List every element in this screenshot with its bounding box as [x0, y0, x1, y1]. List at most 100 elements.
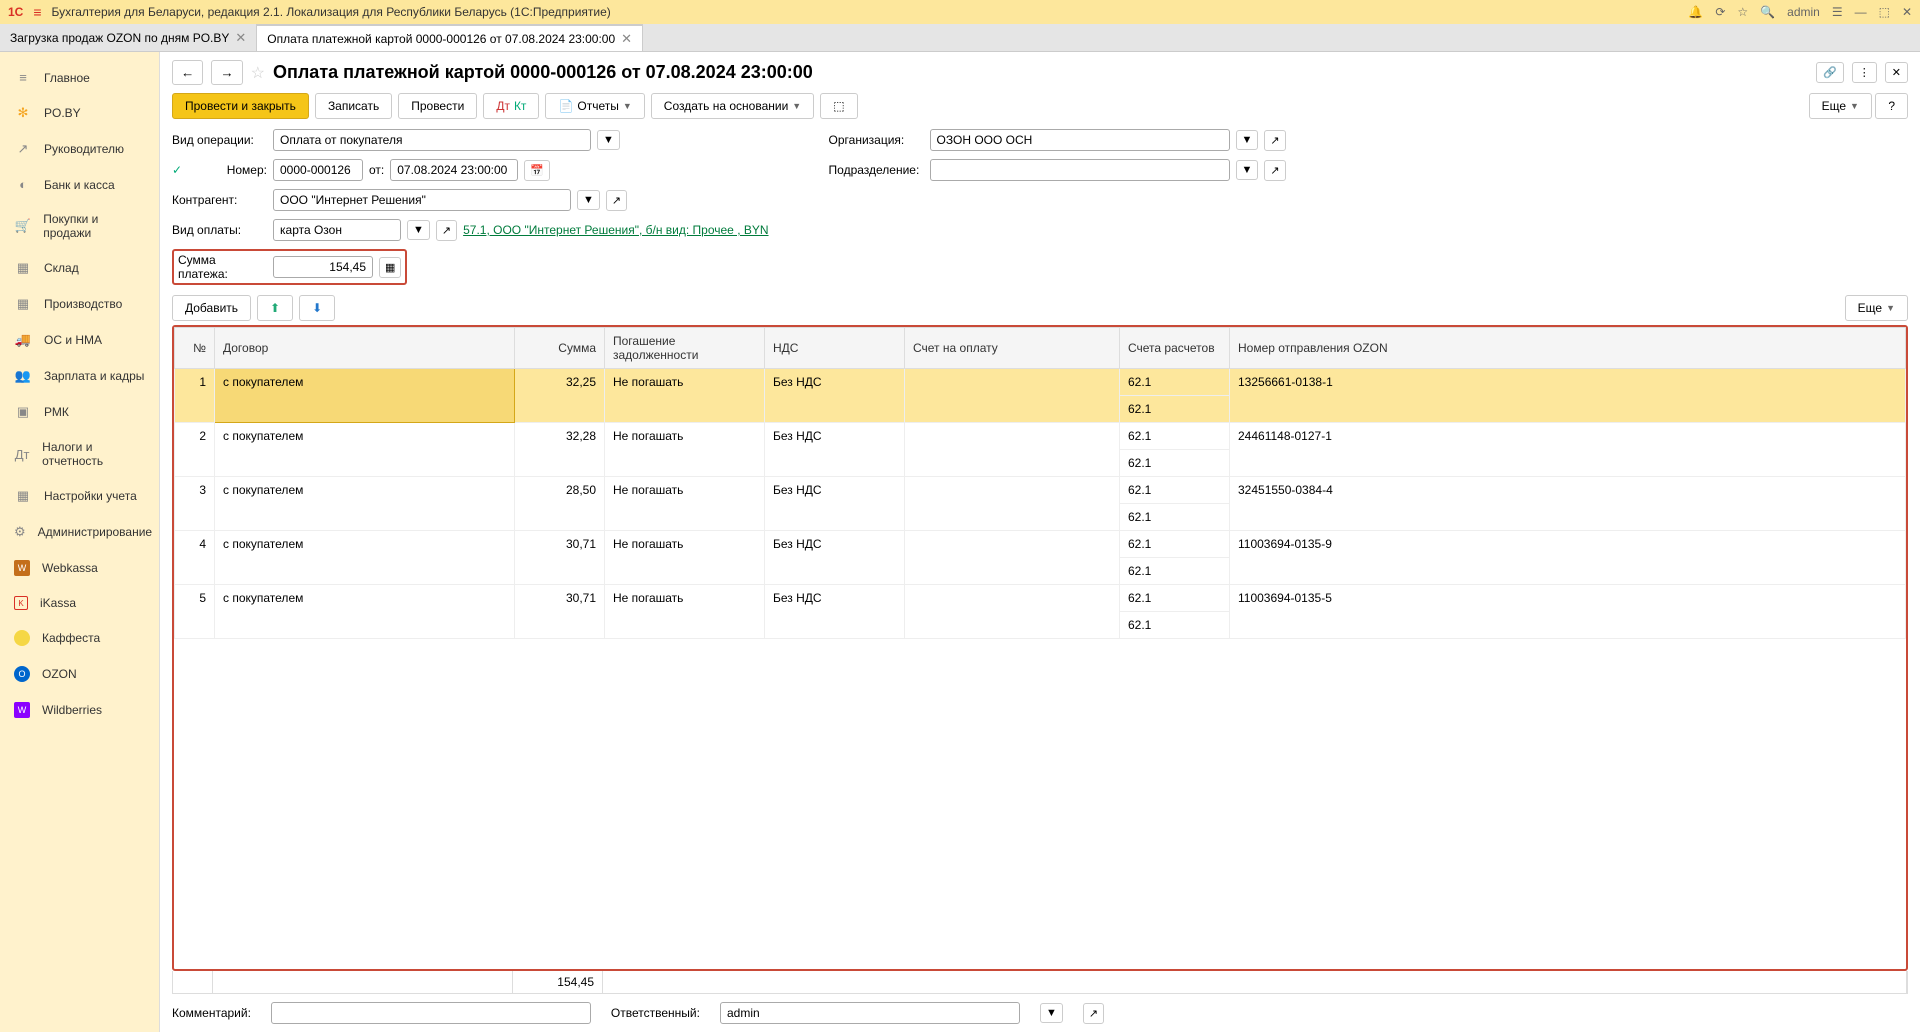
cell-acc1[interactable]: 62.1 [1120, 585, 1230, 612]
responsible-input[interactable] [720, 1002, 1020, 1024]
cell-invoice[interactable] [905, 369, 1120, 423]
sidebar-item[interactable]: KiKassa [0, 586, 159, 620]
cell-acc1[interactable]: 62.1 [1120, 423, 1230, 450]
table-more-button[interactable]: Еще ▼ [1845, 295, 1908, 321]
sidebar-item[interactable]: ✻PO.BY [0, 95, 159, 131]
cell-sum[interactable]: 32,28 [515, 423, 605, 477]
operation-type-input[interactable] [273, 129, 591, 151]
move-up-button[interactable]: ⬆ [257, 295, 293, 321]
favorite-icon[interactable]: ☆ [251, 63, 265, 83]
cell-ozon[interactable]: 11003694-0135-5 [1230, 585, 1906, 639]
col-ozon[interactable]: Номер отправления OZON [1230, 328, 1906, 369]
cell-ozon[interactable]: 13256661-0138-1 [1230, 369, 1906, 423]
date-input[interactable] [390, 159, 518, 181]
cell-repay[interactable]: Не погашать [605, 423, 765, 477]
cell-acc2[interactable]: 62.1 [1120, 396, 1230, 423]
amount-input[interactable] [273, 256, 373, 278]
sidebar-item[interactable]: ≡Главное [0, 60, 159, 95]
cell-invoice[interactable] [905, 477, 1120, 531]
payment-type-input[interactable] [273, 219, 401, 241]
dropdown-icon[interactable]: ▼ [1236, 160, 1259, 180]
close-form-icon[interactable]: ✕ [1885, 62, 1908, 83]
table-row[interactable]: 4с покупателем30,71Не погашатьБез НДС62.… [175, 531, 1906, 558]
sidebar-item[interactable]: WWebkassa [0, 550, 159, 586]
open-icon[interactable]: ↗ [606, 190, 627, 211]
cell-vat[interactable]: Без НДС [765, 531, 905, 585]
user-label[interactable]: admin [1787, 5, 1820, 19]
cell-sum[interactable]: 30,71 [515, 585, 605, 639]
sidebar-item[interactable]: 🛒Покупки и продажи [0, 202, 159, 250]
table-row[interactable]: 2с покупателем32,28Не погашатьБез НДС62.… [175, 423, 1906, 450]
col-invoice[interactable]: Счет на оплату [905, 328, 1120, 369]
cell-invoice[interactable] [905, 423, 1120, 477]
dtkt-button[interactable]: ДтКт [483, 93, 539, 119]
cell-contract[interactable]: с покупателем [215, 585, 515, 639]
structure-button[interactable]: ⬚ [820, 93, 857, 119]
cell-sum[interactable]: 28,50 [515, 477, 605, 531]
post-and-close-button[interactable]: Провести и закрыть [172, 93, 309, 119]
close-icon[interactable]: ✕ [235, 30, 246, 46]
add-button[interactable]: Добавить [172, 295, 251, 321]
cell-contract[interactable]: с покупателем [215, 369, 515, 423]
tab-ozon-load[interactable]: Загрузка продаж OZON по дням PO.BY ✕ [0, 24, 257, 51]
cell-acc2[interactable]: 62.1 [1120, 612, 1230, 639]
dropdown-icon[interactable]: ▼ [1236, 130, 1259, 150]
close-icon[interactable]: ✕ [621, 31, 632, 47]
col-contract[interactable]: Договор [215, 328, 515, 369]
cell-repay[interactable]: Не погашать [605, 531, 765, 585]
dropdown-icon[interactable]: ▼ [597, 130, 620, 150]
move-down-button[interactable]: ⬇ [299, 295, 335, 321]
reports-button[interactable]: 📄 Отчеты ▼ [545, 93, 644, 119]
cell-contract[interactable]: с покупателем [215, 423, 515, 477]
cell-invoice[interactable] [905, 585, 1120, 639]
open-icon[interactable]: ↗ [436, 220, 457, 241]
table-row[interactable]: 1с покупателем32,25Не погашатьБез НДС62.… [175, 369, 1906, 396]
cell-repay[interactable]: Не погашать [605, 585, 765, 639]
cell-sum[interactable]: 30,71 [515, 531, 605, 585]
cell-ozon[interactable]: 24461148-0127-1 [1230, 423, 1906, 477]
dept-input[interactable] [930, 159, 1230, 181]
open-icon[interactable]: ↗ [1264, 160, 1285, 181]
col-accounts[interactable]: Счета расчетов [1120, 328, 1230, 369]
create-based-button[interactable]: Создать на основании ▼ [651, 93, 814, 119]
calendar-icon[interactable]: 📅 [524, 160, 550, 181]
number-input[interactable] [273, 159, 363, 181]
minimize-icon[interactable]: — [1855, 5, 1867, 19]
cell-ozon[interactable]: 11003694-0135-9 [1230, 531, 1906, 585]
sidebar-item[interactable]: Каффеста [0, 620, 159, 656]
comment-input[interactable] [271, 1002, 591, 1024]
contractor-input[interactable] [273, 189, 571, 211]
search-icon[interactable]: 🔍 [1760, 5, 1775, 19]
cell-contract[interactable]: с покупателем [215, 531, 515, 585]
cell-ozon[interactable]: 32451550-0384-4 [1230, 477, 1906, 531]
cell-contract[interactable]: с покупателем [215, 477, 515, 531]
sidebar-item[interactable]: ↗Руководителю [0, 131, 159, 167]
more-icon[interactable]: ⋮ [1852, 62, 1877, 83]
cell-acc2[interactable]: 62.1 [1120, 558, 1230, 585]
cell-vat[interactable]: Без НДС [765, 423, 905, 477]
sidebar-item[interactable]: ⚙Администрирование [0, 514, 159, 550]
cell-acc1[interactable]: 62.1 [1120, 531, 1230, 558]
calculator-icon[interactable]: ▦ [379, 257, 401, 278]
dropdown-icon[interactable]: ▼ [577, 190, 600, 210]
back-button[interactable]: ← [172, 60, 203, 85]
cell-invoice[interactable] [905, 531, 1120, 585]
sidebar-item[interactable]: 🚚ОС и НМА [0, 322, 159, 358]
org-input[interactable] [930, 129, 1230, 151]
sidebar-item[interactable]: ◐Банк и касса [0, 167, 159, 202]
more-button[interactable]: Еще ▼ [1809, 93, 1872, 119]
close-window-icon[interactable]: ✕ [1902, 5, 1912, 19]
sidebar-item[interactable]: ДтНалоги и отчетность [0, 430, 159, 478]
table-row[interactable]: 5с покупателем30,71Не погашатьБез НДС62.… [175, 585, 1906, 612]
link-icon[interactable]: 🔗 [1816, 62, 1844, 83]
maximize-icon[interactable]: ⬚ [1879, 5, 1890, 19]
cell-sum[interactable]: 32,25 [515, 369, 605, 423]
sidebar-item[interactable]: 👥Зарплата и кадры [0, 358, 159, 394]
col-sum[interactable]: Сумма [515, 328, 605, 369]
cell-vat[interactable]: Без НДС [765, 369, 905, 423]
dropdown-icon[interactable]: ▼ [407, 220, 430, 240]
open-icon[interactable]: ↗ [1083, 1003, 1104, 1024]
cell-acc1[interactable]: 62.1 [1120, 477, 1230, 504]
col-num[interactable]: № [175, 328, 215, 369]
sidebar-item[interactable]: ▦Настройки учета [0, 478, 159, 514]
